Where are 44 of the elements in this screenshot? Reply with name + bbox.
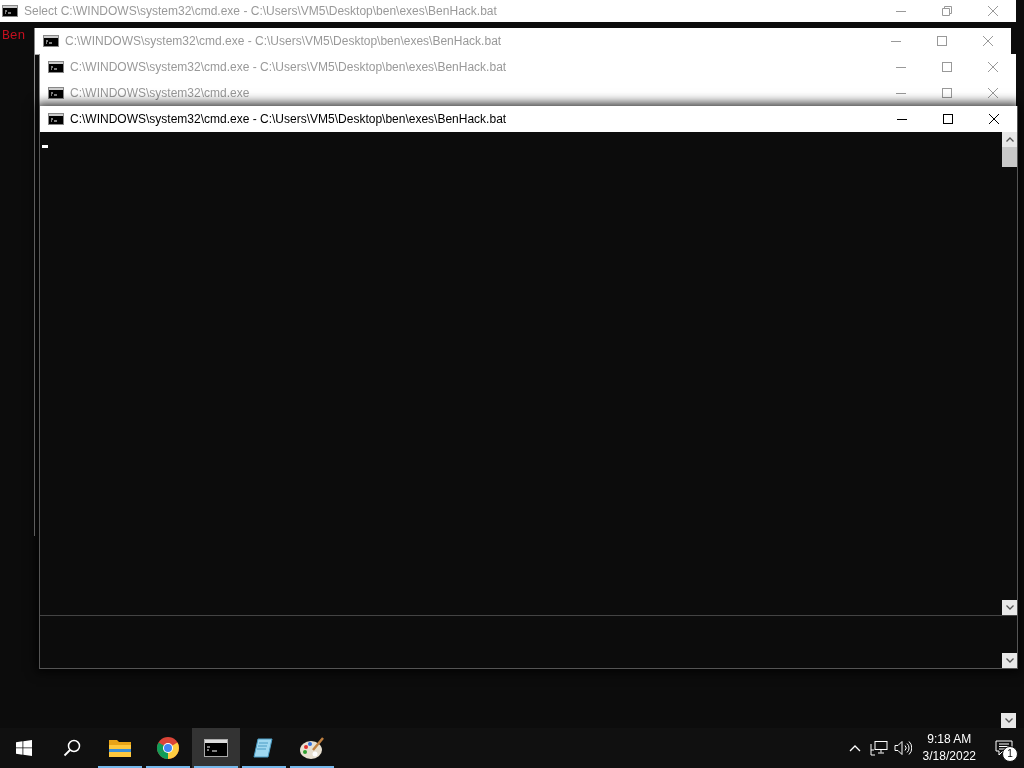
notifications-button[interactable]: 1 [984, 728, 1024, 768]
text-cursor [42, 145, 48, 148]
scroll-down-button[interactable] [1002, 653, 1017, 668]
console-icon [43, 35, 59, 47]
maximize-icon [942, 88, 952, 98]
close-icon [988, 62, 998, 72]
windows-logo-icon [16, 740, 32, 756]
notification-count: 1 [1002, 746, 1018, 762]
window-title: C:\WINDOWS\system32\cmd.exe [70, 86, 251, 100]
close-icon [983, 36, 993, 46]
chevron-down-icon [1005, 605, 1014, 610]
folder-icon [108, 738, 132, 758]
scroll-down-button[interactable] [1001, 713, 1016, 728]
message-icon [995, 740, 1013, 756]
scroll-down-button[interactable] [1002, 600, 1017, 615]
close-icon [988, 88, 998, 98]
search-icon [63, 739, 81, 757]
chevron-up-icon [1005, 137, 1014, 142]
scroll-thumb[interactable] [1002, 147, 1017, 167]
window-title: C:\WINDOWS\system32\cmd.exe - C:\Users\VM5\Desktop\ben\exes\BenHack.bat [65, 34, 503, 48]
console-text: Ben [2, 28, 26, 43]
restore-icon [942, 6, 952, 16]
maximize-icon [937, 36, 947, 46]
chevron-down-icon [1004, 718, 1013, 723]
close-icon [988, 6, 998, 16]
maximize-icon [942, 62, 952, 72]
console-icon [48, 87, 64, 99]
scroll-up-button[interactable] [1002, 132, 1017, 147]
maximize-icon [943, 114, 953, 124]
notepad-icon [252, 736, 276, 760]
time-text: 9:18 AM [927, 731, 972, 748]
paint-palette-icon [299, 736, 325, 760]
browser-icon [156, 736, 180, 760]
window-title: C:\WINDOWS\system32\cmd.exe - C:\Users\VM5\Desktop\ben\exes\BenHack.bat [70, 60, 508, 74]
window-title: C:\WINDOWS\system32\cmd.exe - C:\Users\VM5\Desktop\ben\exes\BenHack.bat [70, 112, 508, 126]
console-icon [48, 61, 64, 73]
taskbar-app[interactable] [192, 728, 240, 768]
clock[interactable]: 9:18 AM 3/18/2022 [914, 728, 984, 768]
date-text: 3/18/2022 [922, 748, 976, 765]
close-icon [989, 114, 999, 124]
chevron-down-icon [1005, 658, 1014, 663]
terminal-icon [204, 739, 228, 757]
console-icon [48, 113, 64, 125]
window-title: Select C:\WINDOWS\system32\cmd.exe - C:\Users\VM5\Desktop\ben\exes\BenHack.bat [24, 4, 498, 18]
